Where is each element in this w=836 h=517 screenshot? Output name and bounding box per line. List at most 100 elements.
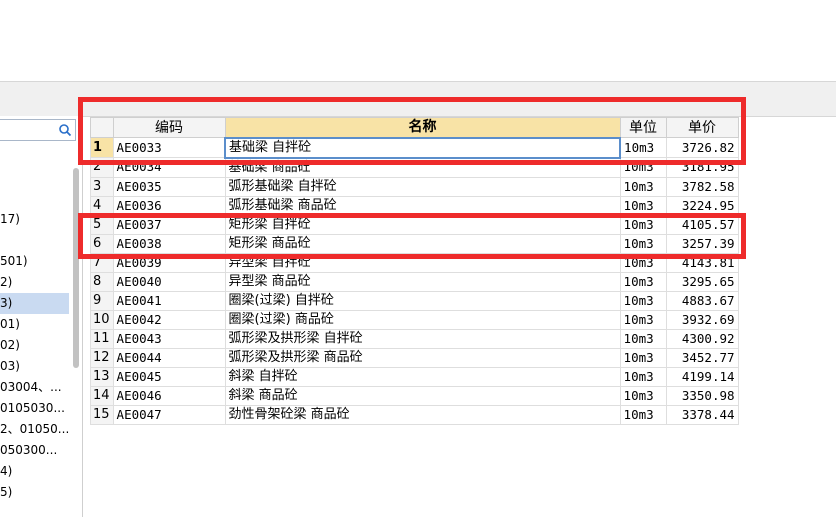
tree-item[interactable] — [0, 167, 69, 188]
cell-code[interactable]: AE0038 — [112, 233, 226, 254]
cell-price[interactable]: 4300.92 — [665, 328, 739, 349]
cell-name[interactable]: 圈梁(过梁) 自拌砼 — [224, 290, 621, 311]
cell-price[interactable]: 4883.67 — [665, 290, 739, 311]
cell-code[interactable]: AE0037 — [112, 214, 226, 235]
table-row[interactable]: 12 AE0044 弧形梁及拱形梁 商品砼 10m3 3452.77 — [90, 347, 739, 368]
cell-price[interactable]: 4143.81 — [665, 252, 739, 273]
tree-item[interactable]: 5) — [0, 482, 69, 503]
cell-price[interactable]: 3452.77 — [665, 347, 739, 368]
cell-price[interactable]: 3224.95 — [665, 195, 739, 216]
cell-unit[interactable]: 10m3 — [619, 366, 667, 387]
table-row[interactable]: 4 AE0036 弧形基础梁 商品砼 10m3 3224.95 — [90, 195, 739, 216]
table-row[interactable]: 10 AE0042 圈梁(过梁) 商品砼 10m3 3932.69 — [90, 309, 739, 330]
table-row[interactable]: 11 AE0043 弧形梁及拱形梁 自拌砼 10m3 4300.92 — [90, 328, 739, 349]
table-row[interactable]: 1 AE0033 基础梁 自拌砼 10m3 3726.82 — [90, 136, 739, 159]
tree-item[interactable]: 501) — [0, 251, 69, 272]
cell-code[interactable]: AE0047 — [112, 404, 226, 425]
table-row[interactable]: 2 AE0034 基础梁 商品砼 10m3 3181.95 — [90, 157, 739, 178]
tree-item[interactable]: 03) — [0, 356, 69, 377]
cell-price[interactable]: 3932.69 — [665, 309, 739, 330]
table-row[interactable]: 15 AE0047 劲性骨架砼梁 商品砼 10m3 3378.44 — [90, 404, 739, 425]
cell-unit[interactable]: 10m3 — [619, 233, 667, 254]
cell-code[interactable]: AE0034 — [112, 157, 226, 178]
cell-unit[interactable]: 10m3 — [619, 309, 667, 330]
cell-price[interactable]: 3726.82 — [665, 137, 739, 158]
cell-code[interactable]: AE0040 — [112, 271, 226, 292]
tree-item[interactable]: 2、01050... — [0, 419, 69, 440]
column-header-name[interactable]: 名称 — [224, 117, 621, 138]
table-row[interactable]: 5 AE0037 矩形梁 自拌砼 10m3 4105.57 — [90, 214, 739, 235]
cell-name[interactable]: 斜梁 商品砼 — [224, 385, 621, 406]
cell-unit[interactable]: 10m3 — [619, 176, 667, 197]
tree-scrollbar[interactable] — [72, 148, 80, 484]
tree-item[interactable]: 01) — [0, 314, 69, 335]
table-row[interactable]: 6 AE0038 矩形梁 商品砼 10m3 3257.39 — [90, 233, 739, 254]
tree-item[interactable] — [0, 146, 69, 167]
tree-scrollbar-thumb[interactable] — [73, 168, 79, 368]
tree-item[interactable] — [0, 230, 69, 251]
table-row[interactable]: 3 AE0035 弧形基础梁 自拌砼 10m3 3782.58 — [90, 176, 739, 197]
cell-name[interactable]: 异型梁 自拌砼 — [224, 252, 621, 273]
cell-unit[interactable]: 10m3 — [619, 214, 667, 235]
cell-code[interactable]: AE0033 — [112, 137, 226, 158]
table-row[interactable]: 8 AE0040 异型梁 商品砼 10m3 3295.65 — [90, 271, 739, 292]
cell-name[interactable]: 基础梁 自拌砼 — [224, 136, 622, 159]
search-icon[interactable] — [58, 123, 72, 137]
cell-code[interactable]: AE0043 — [112, 328, 226, 349]
cell-code[interactable]: AE0041 — [112, 290, 226, 311]
cell-price[interactable]: 4105.57 — [665, 214, 739, 235]
column-header-price[interactable]: 单价 — [665, 117, 739, 138]
cell-code[interactable]: AE0036 — [112, 195, 226, 216]
tree-item[interactable]: 17) — [0, 209, 69, 230]
table-row[interactable]: 9 AE0041 圈梁(过梁) 自拌砼 10m3 4883.67 — [90, 290, 739, 311]
table-row[interactable]: 7 AE0039 异型梁 自拌砼 10m3 4143.81 — [90, 252, 739, 273]
cell-code[interactable]: AE0039 — [112, 252, 226, 273]
table-row[interactable]: 14 AE0046 斜梁 商品砼 10m3 3350.98 — [90, 385, 739, 406]
search-input[interactable] — [0, 119, 76, 141]
column-header-unit[interactable]: 单位 — [619, 117, 667, 138]
cell-price[interactable]: 3782.58 — [665, 176, 739, 197]
tree-item[interactable]: 2) — [0, 272, 69, 293]
cell-code[interactable]: AE0044 — [112, 347, 226, 368]
cell-price[interactable]: 3295.65 — [665, 271, 739, 292]
cell-unit[interactable]: 10m3 — [619, 195, 667, 216]
cell-unit[interactable]: 10m3 — [619, 404, 667, 425]
panel-splitter[interactable] — [82, 116, 83, 517]
table-row[interactable]: 13 AE0045 斜梁 自拌砼 10m3 4199.14 — [90, 366, 739, 387]
cell-unit[interactable]: 10m3 — [619, 328, 667, 349]
cell-unit[interactable]: 10m3 — [619, 347, 667, 368]
cell-code[interactable]: AE0042 — [112, 309, 226, 330]
cell-name[interactable]: 弧形基础梁 自拌砼 — [224, 176, 621, 197]
cell-unit[interactable]: 10m3 — [619, 137, 667, 158]
cell-name[interactable]: 劲性骨架砼梁 商品砼 — [224, 404, 621, 425]
cell-name[interactable]: 异型梁 商品砼 — [224, 271, 621, 292]
cell-name[interactable]: 弧形基础梁 商品砼 — [224, 195, 621, 216]
cell-unit[interactable]: 10m3 — [619, 290, 667, 311]
cell-unit[interactable]: 10m3 — [619, 157, 667, 178]
cell-price[interactable]: 3378.44 — [665, 404, 739, 425]
cell-unit[interactable]: 10m3 — [619, 385, 667, 406]
cell-name[interactable]: 斜梁 自拌砼 — [224, 366, 621, 387]
tree-item[interactable]: 0105030... — [0, 398, 69, 419]
cell-price[interactable]: 4199.14 — [665, 366, 739, 387]
tree-item[interactable] — [0, 188, 69, 209]
tree-item[interactable]: 050300... — [0, 440, 69, 461]
cell-price[interactable]: 3350.98 — [665, 385, 739, 406]
tree-item[interactable]: 4) — [0, 461, 69, 482]
cell-name[interactable]: 基础梁 商品砼 — [224, 157, 621, 178]
tree-item[interactable]: 03004、... — [0, 377, 69, 398]
tree-item[interactable]: 3) — [0, 293, 69, 314]
cell-code[interactable]: AE0045 — [112, 366, 226, 387]
column-header-code[interactable]: 编码 — [112, 117, 226, 138]
cell-name[interactable]: 弧形梁及拱形梁 自拌砼 — [224, 328, 621, 349]
cell-code[interactable]: AE0046 — [112, 385, 226, 406]
cell-name[interactable]: 弧形梁及拱形梁 商品砼 — [224, 347, 621, 368]
cell-code[interactable]: AE0035 — [112, 176, 226, 197]
cell-name[interactable]: 矩形梁 商品砼 — [224, 233, 621, 254]
cell-unit[interactable]: 10m3 — [619, 252, 667, 273]
cell-name[interactable]: 矩形梁 自拌砼 — [224, 214, 621, 235]
cell-price[interactable]: 3181.95 — [665, 157, 739, 178]
tree-item[interactable]: 02) — [0, 335, 69, 356]
cell-unit[interactable]: 10m3 — [619, 271, 667, 292]
cell-name[interactable]: 圈梁(过梁) 商品砼 — [224, 309, 621, 330]
